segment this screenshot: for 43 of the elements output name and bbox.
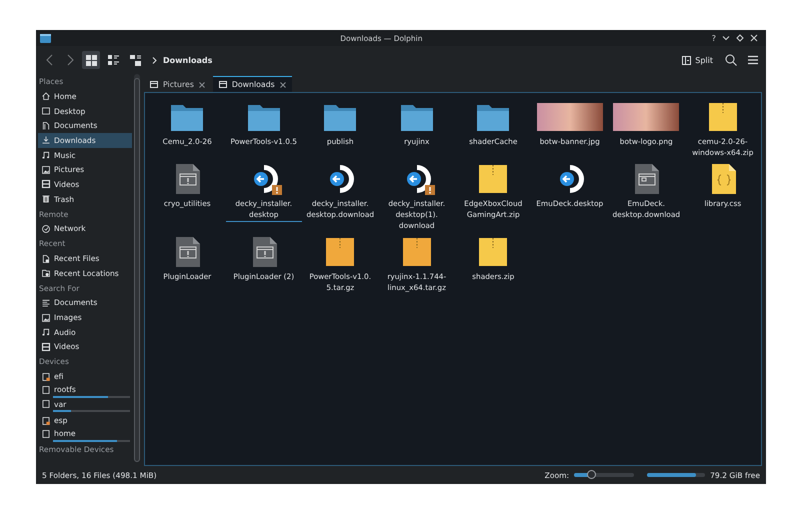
music-icon	[41, 327, 51, 338]
music-icon	[41, 150, 51, 160]
folder-icon	[218, 81, 227, 88]
recent-files-icon	[41, 254, 51, 264]
split-button[interactable]: Split	[679, 54, 716, 66]
folder-app-icon	[40, 34, 51, 42]
details-view-icon	[130, 54, 140, 66]
maximize-icon[interactable]	[736, 34, 744, 42]
videos-icon	[41, 342, 51, 352]
close-tab-icon[interactable]	[198, 82, 205, 88]
chevron-icon	[152, 56, 157, 64]
folder-icon	[150, 81, 158, 88]
menu-icon[interactable]	[746, 53, 760, 67]
scrollbar[interactable]	[134, 74, 140, 462]
zoom-slider[interactable]	[574, 473, 634, 477]
pictures-icon	[41, 312, 51, 323]
image-thumbnail	[536, 103, 603, 131]
slider-thumb[interactable]	[587, 470, 596, 479]
back-icon	[45, 54, 55, 66]
image-thumbnail	[613, 103, 680, 131]
network-icon	[41, 224, 51, 234]
home-icon	[41, 91, 51, 102]
drive-icon	[41, 416, 51, 426]
drive-icon	[41, 372, 51, 382]
desktop-icon	[41, 106, 51, 116]
trash-icon	[41, 194, 51, 204]
pictures-icon	[41, 164, 51, 175]
icons-view-button[interactable]	[82, 51, 100, 69]
breadcrumb-item[interactable]: Downloads	[163, 56, 212, 64]
split-view-icon	[682, 56, 692, 64]
help-button[interactable]: ?	[712, 34, 716, 42]
search-icon[interactable]	[724, 53, 738, 67]
icons-view-icon	[86, 54, 96, 66]
compact-view-icon	[108, 54, 118, 66]
forward-icon	[65, 54, 75, 66]
recent-locations-icon	[41, 268, 51, 278]
documents-icon	[41, 120, 51, 131]
minimize-icon[interactable]	[722, 34, 730, 42]
close-tab-icon[interactable]	[280, 82, 286, 88]
text-icon	[41, 298, 51, 308]
videos-icon	[41, 179, 51, 190]
downloads-icon	[41, 135, 51, 146]
close-icon[interactable]	[750, 34, 758, 42]
